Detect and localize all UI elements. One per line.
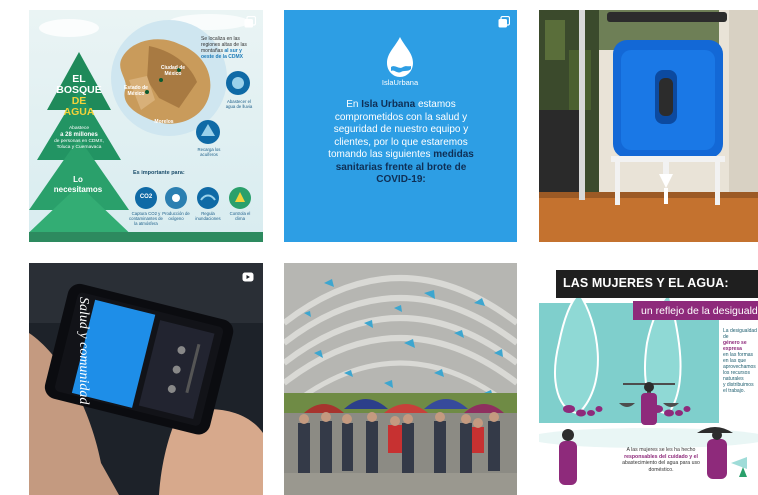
post-telefono-video[interactable]: Salud y comunidad xyxy=(29,263,263,495)
map-label-ciudad: Ciudad de México xyxy=(160,65,186,77)
logo-text: IslaUrbana xyxy=(381,78,419,87)
header-title: LAS MUJERES Y EL AGUA: xyxy=(563,276,729,290)
caption-abastecer: Abastecer el agua de lluvia xyxy=(225,99,253,109)
location-text: Se localiza en las regiones altas de las… xyxy=(201,36,247,60)
importante-label: Es importante para: xyxy=(133,170,185,176)
footer-text: A las mujeres se les ha hecho responsabl… xyxy=(622,447,700,473)
bosque-title: EL BOSQUE DE AGUA xyxy=(56,73,102,118)
co2-icon-label: CO2 xyxy=(139,194,153,200)
post-evento-kiosko[interactable] xyxy=(284,263,517,495)
lo-necesitamos-text: Lo necesitamos xyxy=(53,175,103,194)
post-bosque-de-agua[interactable]: EL BOSQUE DE AGUA Abastece a 28 millones… xyxy=(29,10,263,242)
subheader-title: un reflejo de la desigualdad xyxy=(641,305,758,317)
water-tank-photo xyxy=(539,10,758,242)
phone-screen-text: Salud y comunidad xyxy=(76,297,91,405)
phone-video-still xyxy=(29,263,263,495)
map-label-morelos: Morelos xyxy=(154,119,174,125)
caption-clima: Controla el clima xyxy=(229,211,251,221)
carousel-icon xyxy=(244,16,256,28)
caption-captura: Captura CO2 y contaminantes de la atmósf… xyxy=(129,211,163,226)
map-label-estado: Estado de México xyxy=(124,85,148,97)
bosque-subtitle: Abastece a 28 millones de personas en CD… xyxy=(54,126,104,150)
covid-message: En Isla Urbana estamos comprometidos con… xyxy=(328,99,474,185)
event-photo xyxy=(284,263,517,495)
caption-recarga: Recarga los acuíferos xyxy=(197,147,221,157)
caption-oxigeno: Producción de oxígeno xyxy=(162,211,190,221)
post-mujeres-y-agua[interactable]: LAS MUJERES Y EL AGUA: un reflejo de la … xyxy=(539,263,758,495)
post-cisterna-azul[interactable] xyxy=(539,10,758,242)
caption-inundaciones: Regula inundaciones xyxy=(195,211,221,221)
video-icon xyxy=(242,272,254,282)
side-text: La desigualdad de género se expresa en l… xyxy=(723,328,757,394)
post-medidas-sanitarias[interactable]: IslaUrbana En Isla Urbana estamos compro… xyxy=(284,10,517,242)
carousel-icon xyxy=(498,16,510,28)
